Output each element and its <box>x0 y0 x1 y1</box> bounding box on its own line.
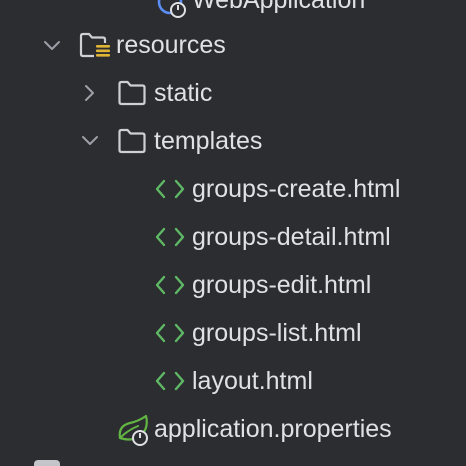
tree-item-html-file[interactable]: groups-list.html <box>0 309 466 357</box>
tree-item-label: application.properties <box>154 415 392 443</box>
tree-item-label: layout.html <box>192 367 313 395</box>
html-file-icon <box>154 177 186 201</box>
tree-item-templates[interactable]: templates <box>0 117 466 165</box>
tree-item-application-properties[interactable]: application.properties <box>0 405 466 453</box>
tree-item-static[interactable]: static <box>0 69 466 117</box>
tree-item-label: groups-list.html <box>192 319 362 347</box>
tree-item-html-file[interactable]: groups-edit.html <box>0 261 466 309</box>
html-file-icon <box>154 273 186 297</box>
tree-item-html-file[interactable]: groups-detail.html <box>0 213 466 261</box>
tree-item-label: templates <box>154 127 263 155</box>
tree-item-label: groups-edit.html <box>192 271 372 299</box>
folder-icon <box>117 79 147 107</box>
tree-item-html-file[interactable]: groups-create.html <box>0 165 466 213</box>
next-tree-item-fragment <box>34 460 60 466</box>
folder-icon <box>117 127 147 155</box>
tree-item-label: groups-create.html <box>192 175 401 203</box>
chevron-down-icon[interactable] <box>80 131 100 151</box>
chevron-right-icon[interactable] <box>80 83 100 103</box>
spring-properties-icon <box>116 414 152 446</box>
html-file-icon <box>154 321 186 345</box>
html-file-icon <box>154 225 186 249</box>
chevron-down-icon[interactable] <box>42 36 62 56</box>
tree-item-resources[interactable]: resources <box>0 21 466 69</box>
tree-item-label: WebApplication <box>192 0 366 14</box>
tree-item-label: groups-detail.html <box>192 223 391 251</box>
spring-boot-class-icon <box>156 0 188 20</box>
tree-item-html-file[interactable]: layout.html <box>0 357 466 405</box>
tree-item-label: resources <box>116 31 226 59</box>
tree-item-label: static <box>154 79 213 107</box>
html-file-icon <box>154 369 186 393</box>
resources-folder-icon <box>78 30 112 60</box>
